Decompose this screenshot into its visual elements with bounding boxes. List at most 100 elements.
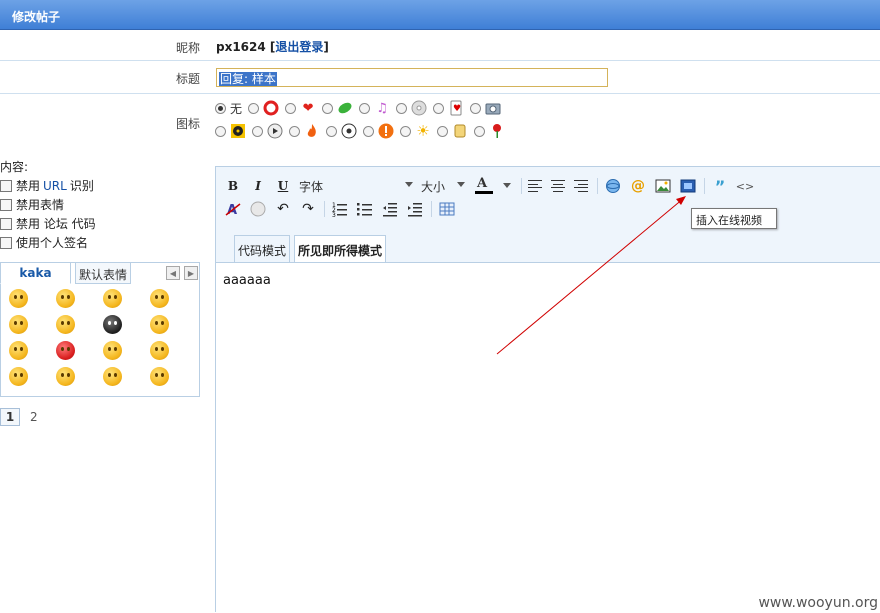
editor-content-area[interactable]: aaaaaa bbox=[216, 262, 880, 613]
nickname-display: px1624 [退出登录] bbox=[216, 40, 329, 54]
icon-radio[interactable] bbox=[359, 102, 371, 114]
smiley-icon[interactable] bbox=[9, 289, 28, 308]
icon-radio[interactable] bbox=[396, 102, 408, 114]
icon-radio[interactable] bbox=[252, 125, 263, 137]
chevron-down-icon bbox=[405, 182, 413, 187]
smiley-icon[interactable] bbox=[103, 315, 122, 334]
smilies-tab-kaka[interactable]: kaka bbox=[0, 262, 71, 284]
chevron-down-icon bbox=[503, 183, 511, 188]
video-icon[interactable] bbox=[679, 177, 697, 195]
use-signature-checkbox[interactable] bbox=[0, 236, 12, 249]
disable-smilies-option[interactable]: 禁用表情 bbox=[0, 196, 64, 213]
icon-none-radio[interactable] bbox=[215, 102, 226, 114]
smiley-icon[interactable] bbox=[150, 315, 169, 334]
font-family-value: 字体 bbox=[299, 179, 324, 194]
smilies-tab-default[interactable]: 默认表情 bbox=[75, 262, 131, 284]
icon-radio[interactable] bbox=[248, 102, 260, 114]
smiley-icon[interactable] bbox=[9, 367, 28, 386]
subject-selected-text: 回复: 样本 bbox=[219, 72, 277, 86]
tab-code-mode[interactable]: 代码模式 bbox=[234, 235, 291, 263]
at-mention-icon[interactable]: @ bbox=[629, 177, 647, 195]
rich-text-editor: B I U 字体 大小 A @ ” <> ↶ ↷ 1 2 3 插入在线视频 代码… bbox=[215, 166, 880, 613]
outdent-icon[interactable] bbox=[381, 200, 399, 218]
smiley-icon[interactable] bbox=[150, 341, 169, 360]
icon-radio[interactable] bbox=[400, 125, 411, 137]
editor-toolbar: B I U 字体 大小 A @ ” <> ↶ ↷ 1 2 3 插入在线视频 代码… bbox=[216, 167, 880, 263]
icon-radio[interactable] bbox=[285, 102, 297, 114]
italic-button[interactable]: I bbox=[249, 177, 267, 195]
smilies-tab-scroller: ◀ ▶ bbox=[166, 266, 198, 280]
icon-radio[interactable] bbox=[363, 125, 374, 137]
chevron-left-icon[interactable]: ◀ bbox=[166, 266, 180, 280]
smiley-icon[interactable] bbox=[9, 341, 28, 360]
disable-smilies-checkbox[interactable] bbox=[0, 198, 12, 211]
icon-radio[interactable] bbox=[215, 125, 226, 137]
undo-icon[interactable]: ↶ bbox=[274, 200, 292, 218]
icon-radio[interactable] bbox=[470, 102, 482, 114]
disable-url-checkbox[interactable] bbox=[0, 179, 12, 192]
subject-input[interactable]: 回复: 样本 bbox=[216, 68, 608, 87]
align-left-icon[interactable] bbox=[528, 180, 542, 192]
icon-radio[interactable] bbox=[437, 125, 448, 137]
smiley-icon[interactable] bbox=[150, 289, 169, 308]
icon-radio[interactable] bbox=[474, 125, 485, 137]
smiley-icon[interactable] bbox=[103, 341, 122, 360]
playing-card-icon: ♥ bbox=[448, 100, 464, 116]
scroll-icon bbox=[452, 123, 468, 139]
post-icon-row: 图标 无 ❤ ♫ ♥ ☀ bbox=[0, 94, 880, 150]
smiley-icon[interactable] bbox=[56, 315, 75, 334]
svg-text:♥: ♥ bbox=[453, 104, 461, 114]
smiley-icon[interactable] bbox=[9, 315, 28, 334]
font-family-select[interactable]: 字体 bbox=[299, 177, 413, 195]
disable-code-checkbox[interactable] bbox=[0, 217, 12, 230]
table-icon[interactable] bbox=[438, 200, 456, 218]
smiley-icon[interactable] bbox=[56, 367, 75, 386]
smilies-page-1[interactable]: 1 bbox=[0, 408, 20, 426]
quote-icon[interactable]: ” bbox=[711, 177, 729, 196]
font-color-icon: A bbox=[477, 176, 488, 191]
smiley-icon[interactable] bbox=[103, 289, 122, 308]
unordered-list-icon[interactable] bbox=[356, 200, 374, 218]
camera-icon bbox=[485, 100, 501, 116]
icon-radio[interactable] bbox=[289, 125, 300, 137]
tab-wysiwyg-mode[interactable]: 所见即所得模式 bbox=[294, 235, 387, 263]
nickname-row: 昵称 px1624 [退出登录] bbox=[0, 31, 880, 61]
nickname-value: px1624 bbox=[216, 40, 266, 54]
smiley-icon[interactable] bbox=[103, 367, 122, 386]
icon-radio[interactable] bbox=[433, 102, 445, 114]
play-icon bbox=[267, 123, 283, 139]
ordered-list-icon[interactable]: 123 bbox=[331, 200, 349, 218]
logout-link[interactable]: 退出登录 bbox=[275, 40, 323, 54]
left-options-panel: 内容: 禁用 URL 识别 禁用表情 禁用 论坛 代码 使用个人签名 kaka … bbox=[0, 150, 214, 612]
music-note-icon: ♫ bbox=[376, 100, 388, 116]
use-signature-option[interactable]: 使用个人签名 bbox=[0, 234, 88, 251]
chevron-right-icon[interactable]: ▶ bbox=[184, 266, 198, 280]
smiley-icon[interactable] bbox=[249, 200, 267, 218]
disable-code-option[interactable]: 禁用 论坛 代码 bbox=[0, 215, 96, 232]
align-right-icon[interactable] bbox=[574, 180, 588, 192]
soccer-ball-icon bbox=[341, 123, 357, 139]
indent-icon[interactable] bbox=[406, 200, 424, 218]
redo-icon[interactable]: ↷ bbox=[299, 200, 317, 218]
exclamation-icon bbox=[378, 123, 394, 139]
post-icon-options-line-2: ☀ bbox=[215, 122, 511, 140]
code-icon[interactable]: <> bbox=[736, 177, 754, 195]
rose-icon bbox=[489, 123, 505, 139]
smiley-icon[interactable] bbox=[56, 341, 75, 360]
font-size-value: 大小 bbox=[421, 179, 446, 194]
align-center-icon[interactable] bbox=[551, 180, 565, 192]
icon-radio[interactable] bbox=[322, 102, 334, 114]
link-icon[interactable] bbox=[604, 177, 622, 195]
disable-url-suffix: 识别 bbox=[69, 179, 94, 193]
smilies-page-2[interactable]: 2 bbox=[28, 410, 38, 424]
underline-button[interactable]: U bbox=[274, 177, 292, 195]
icon-radio[interactable] bbox=[326, 125, 337, 137]
smiley-icon[interactable] bbox=[56, 289, 75, 308]
font-color-button[interactable]: A bbox=[473, 176, 513, 195]
font-size-select[interactable]: 大小 bbox=[421, 177, 465, 195]
image-icon[interactable] bbox=[654, 177, 672, 195]
disable-url-option[interactable]: 禁用 URL 识别 bbox=[0, 177, 94, 194]
bold-button[interactable]: B bbox=[224, 177, 242, 195]
remove-format-icon[interactable]: A bbox=[224, 200, 242, 218]
smiley-icon[interactable] bbox=[150, 367, 169, 386]
